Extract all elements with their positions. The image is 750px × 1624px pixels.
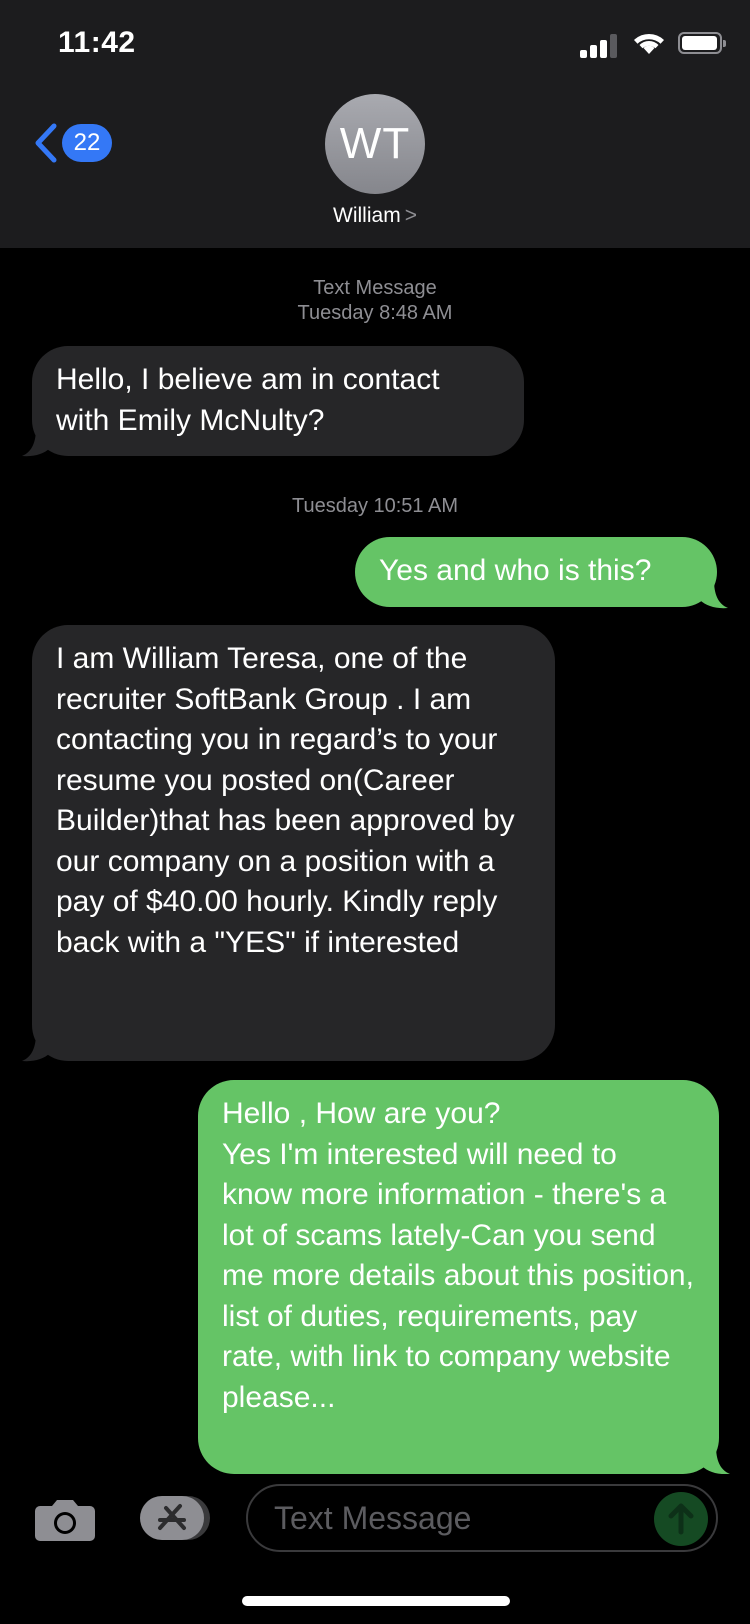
back-chevron-icon [35, 123, 57, 163]
message-text: Hello , How are you? Yes I'm interested … [222, 1097, 694, 1414]
timestamp-group: Text Message Tuesday 8:48 AM [0, 276, 750, 326]
service-label: Text Message [313, 277, 437, 299]
send-arrow-icon [668, 1503, 694, 1535]
bubble-tail [700, 580, 728, 609]
bubble-tail [22, 1033, 50, 1062]
status-icons [580, 30, 726, 58]
unread-count-badge: 22 [62, 124, 112, 162]
contact-name-label: William [333, 204, 401, 227]
status-time: 11:42 [58, 26, 136, 59]
conversation-header: 11:42 22 WT William > [0, 0, 750, 248]
contact-name[interactable]: William > [0, 204, 750, 228]
message-input-placeholder: Text Message [274, 1500, 472, 1536]
wifi-icon [634, 34, 664, 54]
contact-avatar[interactable]: WT [325, 94, 425, 194]
send-button[interactable] [654, 1492, 708, 1546]
bubble-tail [702, 1446, 730, 1475]
message-bubble-outgoing[interactable]: Hello , How are you? Yes I'm interested … [198, 1080, 719, 1474]
message-bubble-incoming[interactable]: Hello, I believe am in contact with Emil… [32, 346, 524, 456]
message-bubble-incoming[interactable]: I am William Teresa, one of the recruite… [32, 625, 555, 1061]
battery-icon [678, 32, 726, 54]
home-indicator[interactable] [242, 1596, 510, 1606]
chevron-right-icon: > [404, 204, 417, 227]
bubble-tail [22, 428, 50, 457]
app-store-icon[interactable] [138, 1494, 212, 1542]
camera-icon[interactable] [34, 1498, 96, 1542]
message-bubble-outgoing[interactable]: Yes and who is this? [355, 537, 717, 607]
timestamp: Tuesday 8:48 AM [297, 302, 453, 324]
signal-icon [580, 34, 620, 58]
message-input[interactable]: Text Message [246, 1484, 718, 1552]
back-button[interactable]: 22 [32, 118, 117, 168]
timestamp: Tuesday 10:51 AM [291, 495, 459, 517]
